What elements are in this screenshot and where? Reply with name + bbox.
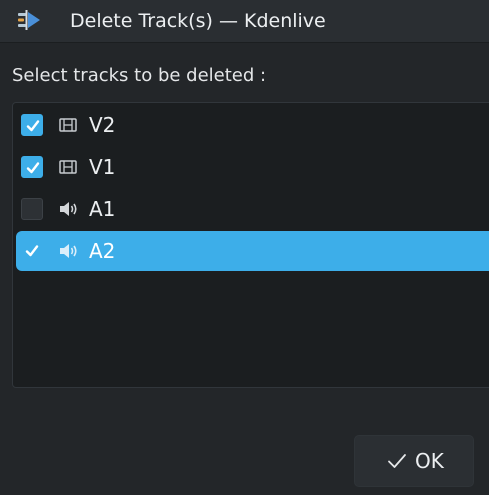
track-row-v2[interactable]: V2	[16, 105, 489, 145]
ok-button-label: OK	[415, 449, 444, 473]
dialog-window: Delete Track(s) — Kdenlive Select tracks…	[0, 0, 489, 495]
video-track-icon	[58, 115, 80, 135]
audio-track-icon	[58, 241, 80, 261]
track-checkbox-a1[interactable]	[21, 198, 43, 220]
track-checkbox-v2[interactable]	[21, 114, 43, 136]
ok-button[interactable]: OK	[354, 435, 474, 487]
track-label-a1: A1	[89, 197, 116, 221]
prompt-label: Select tracks to be deleted :	[12, 65, 267, 86]
track-list[interactable]: V2 V1 A1 A2	[12, 102, 489, 388]
audio-track-icon	[58, 199, 80, 219]
track-checkbox-v1[interactable]	[21, 156, 43, 178]
track-label-v2: V2	[89, 113, 116, 137]
track-row-a1[interactable]: A1	[16, 189, 489, 229]
checkmark-icon	[386, 451, 408, 471]
track-row-a2[interactable]: A2	[16, 231, 489, 271]
video-track-icon	[58, 157, 80, 177]
track-row-v1[interactable]: V1	[16, 147, 489, 187]
window-title: Delete Track(s) — Kdenlive	[70, 10, 326, 32]
title-bar[interactable]: Delete Track(s) — Kdenlive	[0, 0, 489, 43]
track-label-v1: V1	[89, 155, 116, 179]
track-label-a2: A2	[89, 239, 116, 263]
track-checkbox-a2[interactable]	[21, 240, 43, 262]
kdenlive-icon	[16, 9, 42, 31]
